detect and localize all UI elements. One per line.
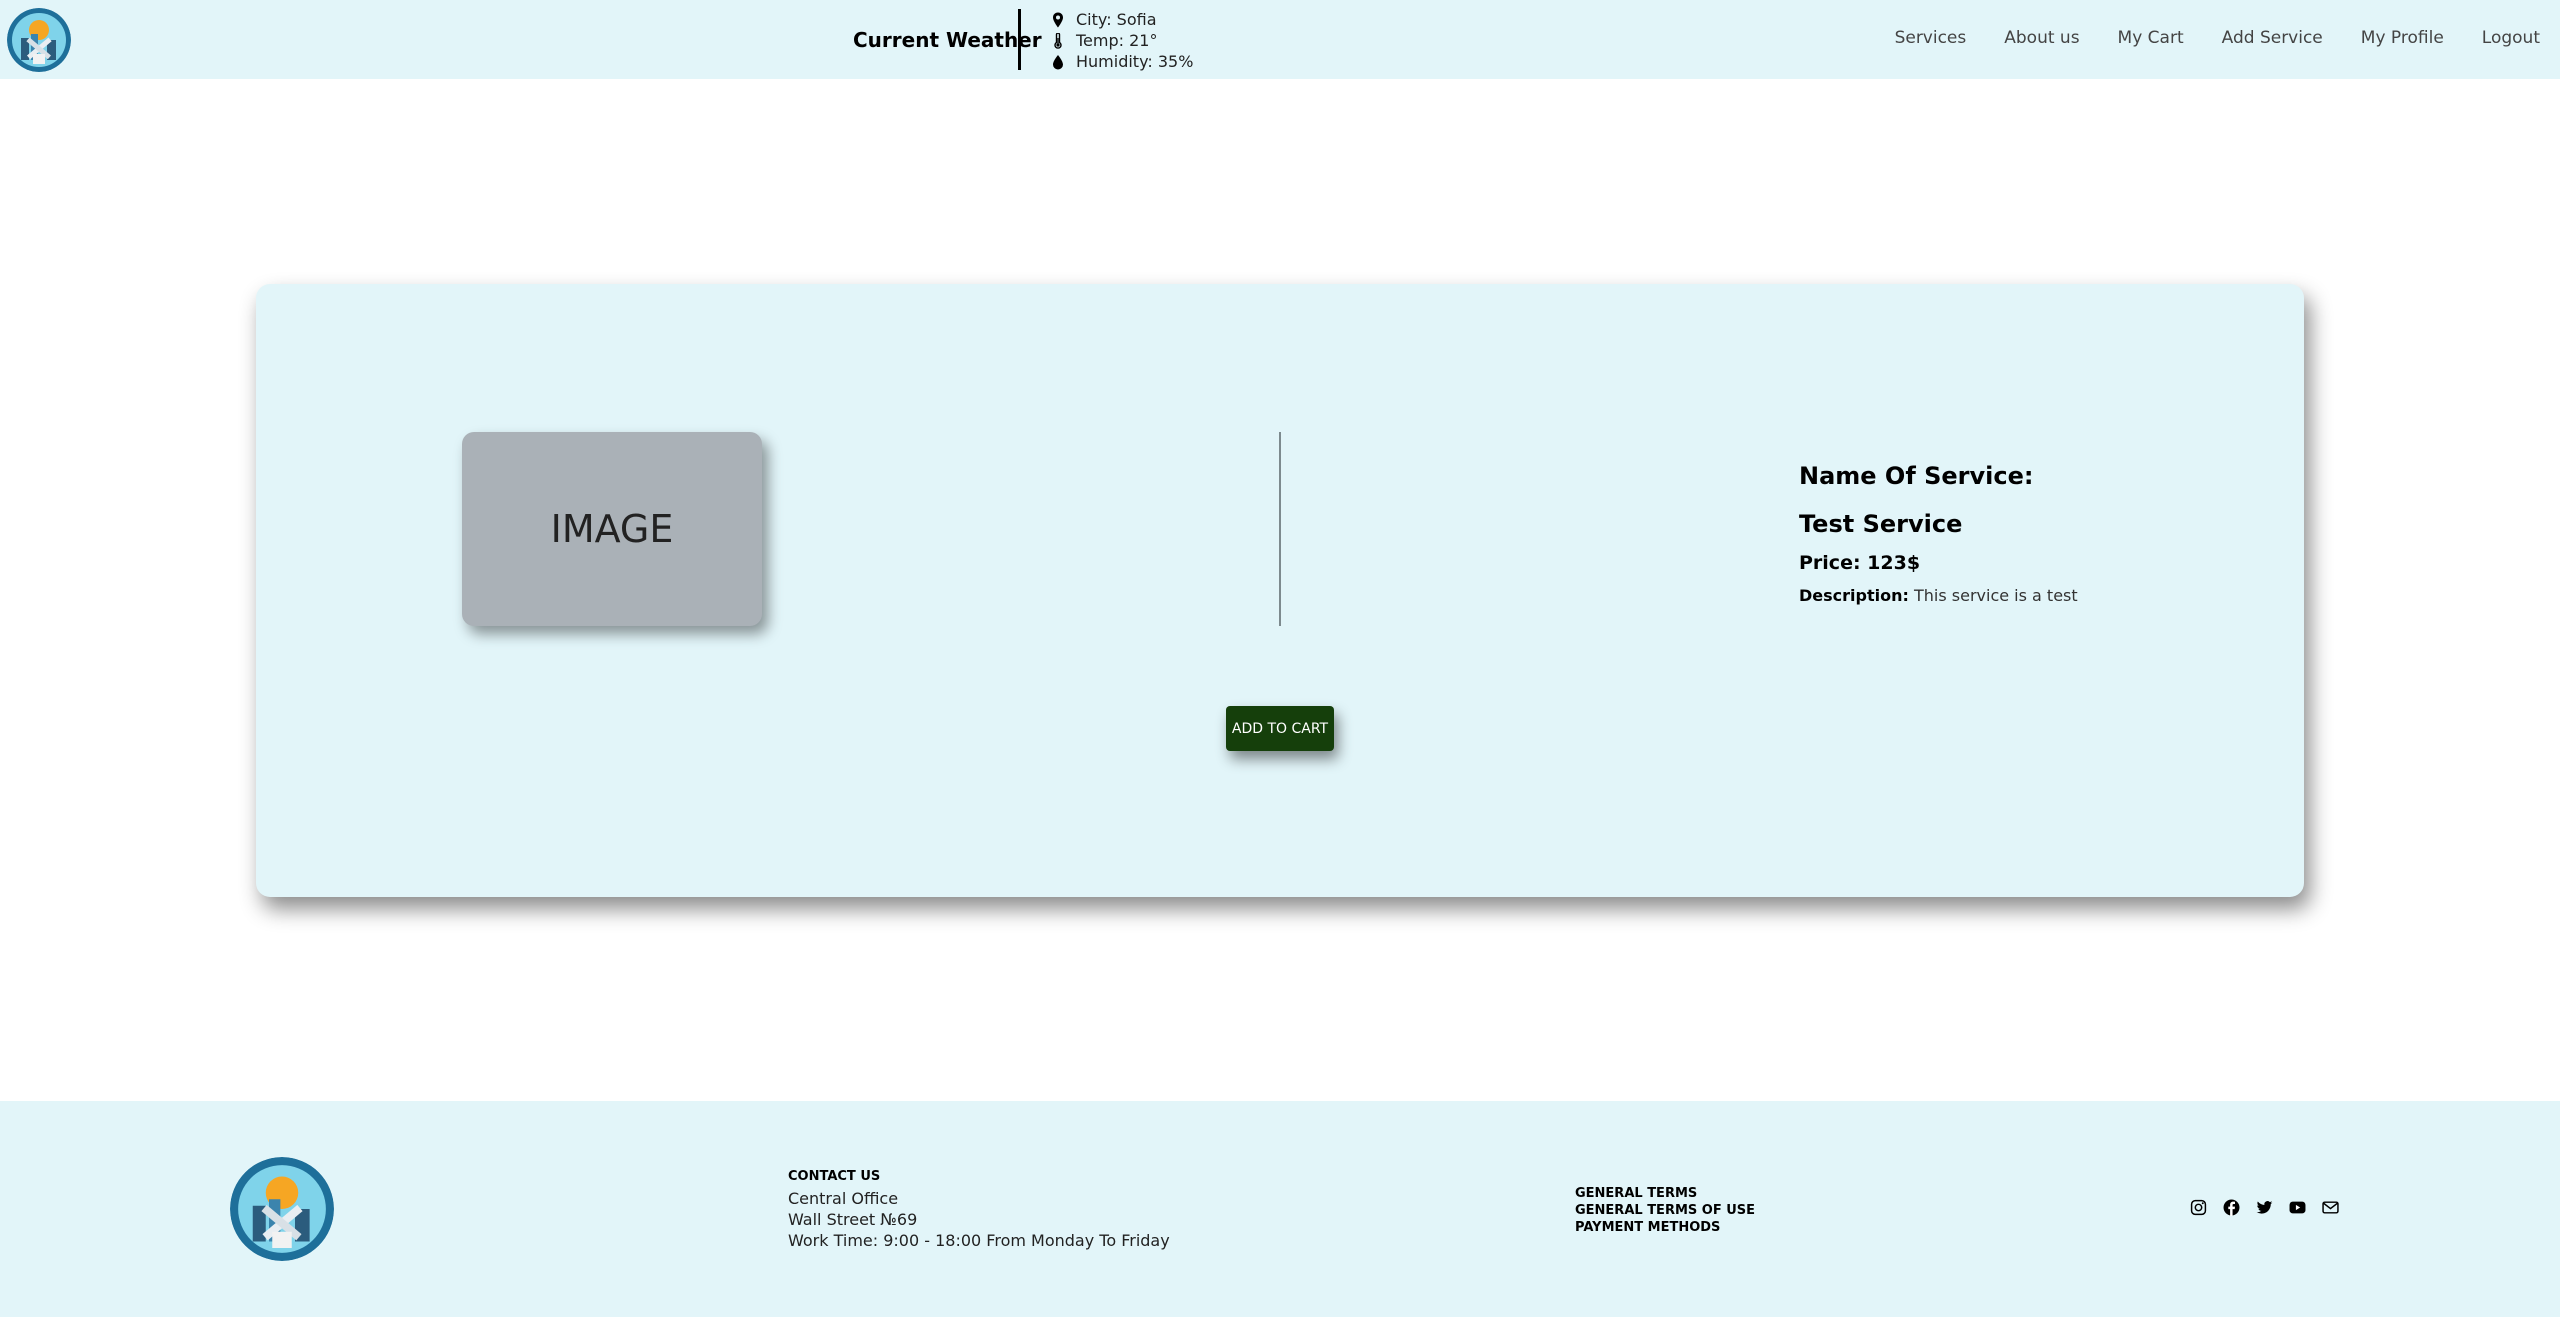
general-terms-link[interactable]: GENERAL TERMS bbox=[1575, 1185, 1755, 1202]
payment-methods-link[interactable]: PAYMENT METHODS bbox=[1575, 1219, 1755, 1236]
service-image-placeholder: IMAGE bbox=[462, 432, 762, 626]
top-header: Current Weather City: Sofia Temp: 21° Hu… bbox=[0, 0, 2560, 79]
add-to-cart-button[interactable]: ADD TO CART bbox=[1226, 706, 1334, 751]
main-nav: Services About us My Cart Add Service My… bbox=[1895, 28, 2540, 48]
contact-work-time: Work Time: 9:00 - 18:00 From Monday To F… bbox=[788, 1231, 1170, 1250]
nav-my-cart[interactable]: My Cart bbox=[2118, 28, 2184, 48]
description-label: Description: bbox=[1799, 586, 1909, 605]
weather-humidity-row: Humidity: 35% bbox=[1050, 51, 1193, 72]
contact-address: Wall Street №69 bbox=[788, 1210, 918, 1229]
nav-add-service[interactable]: Add Service bbox=[2222, 28, 2323, 48]
nav-services[interactable]: Services bbox=[1895, 28, 1967, 48]
footer-logo[interactable] bbox=[230, 1157, 334, 1261]
weather-temp-row: Temp: 21° bbox=[1050, 30, 1193, 51]
contact-block: CONTACT US Central Office Wall Street №6… bbox=[788, 1169, 1170, 1251]
instagram-icon[interactable] bbox=[2190, 1199, 2207, 1216]
terms-of-use-link[interactable]: GENERAL TERMS OF USE bbox=[1575, 1202, 1755, 1219]
youtube-icon[interactable] bbox=[2289, 1199, 2306, 1216]
service-info: Name Of Service: Test Service Price: 123… bbox=[1799, 452, 2089, 605]
location-pin-icon bbox=[1053, 12, 1063, 27]
service-description: Description: This service is a test bbox=[1799, 586, 2089, 605]
terms-links: GENERAL TERMS GENERAL TERMS OF USE PAYME… bbox=[1575, 1185, 1755, 1236]
twitter-icon[interactable] bbox=[2256, 1199, 2273, 1216]
droplet-icon bbox=[1053, 54, 1063, 69]
description-text: This service is a test bbox=[1913, 586, 2078, 605]
service-name: Name Of Service: Test Service bbox=[1799, 462, 2034, 538]
site-footer: CONTACT US Central Office Wall Street №6… bbox=[0, 1101, 2560, 1317]
social-links bbox=[2190, 1199, 2339, 1216]
weather-title: Current Weather bbox=[853, 28, 1042, 52]
thermometer-icon bbox=[1054, 32, 1062, 49]
email-icon[interactable] bbox=[2322, 1199, 2339, 1216]
service-card: IMAGE Name Of Service: Test Service Pric… bbox=[256, 284, 2304, 897]
weather-city: City: Sofia bbox=[1076, 10, 1157, 29]
contact-title: CONTACT US bbox=[788, 1169, 881, 1184]
nav-about-us[interactable]: About us bbox=[2004, 28, 2079, 48]
contact-office: Central Office bbox=[788, 1189, 899, 1208]
weather-divider bbox=[1018, 9, 1021, 70]
nav-my-profile[interactable]: My Profile bbox=[2361, 28, 2444, 48]
weather-city-row: City: Sofia bbox=[1050, 9, 1193, 30]
nav-logout[interactable]: Logout bbox=[2482, 28, 2540, 48]
weather-temp: Temp: 21° bbox=[1076, 31, 1158, 50]
site-logo[interactable] bbox=[7, 8, 71, 72]
facebook-icon[interactable] bbox=[2223, 1199, 2240, 1216]
service-price: Price: 123$ bbox=[1799, 552, 1921, 574]
weather-humidity: Humidity: 35% bbox=[1076, 52, 1194, 71]
card-divider bbox=[1279, 432, 1281, 626]
weather-info: City: Sofia Temp: 21° Humidity: 35% bbox=[1050, 9, 1193, 72]
